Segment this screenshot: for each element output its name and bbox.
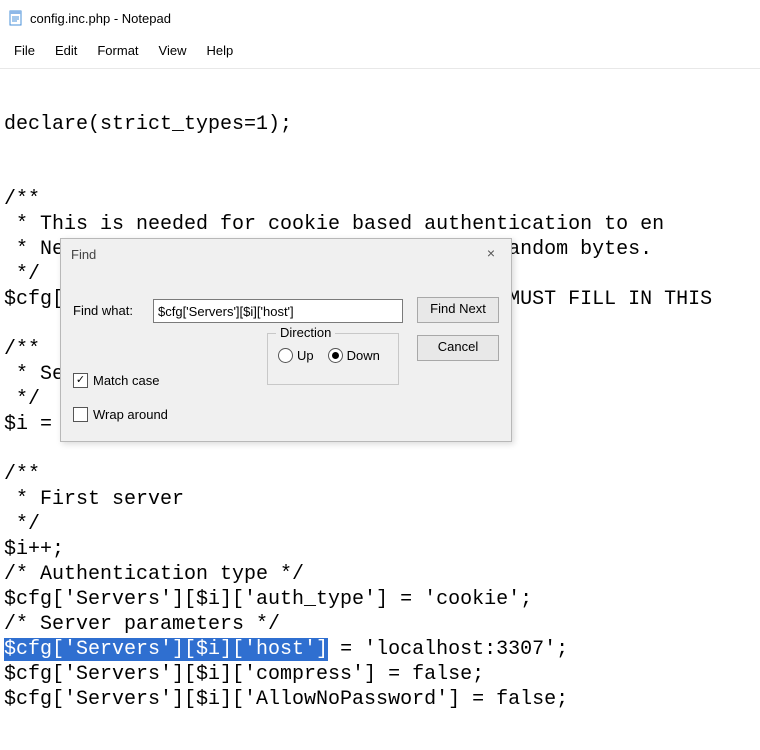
radio-down[interactable]: [328, 348, 343, 363]
code-line: /* Server parameters */: [4, 613, 280, 636]
radio-down-label: Down: [347, 348, 380, 363]
direction-group: Direction Up Down: [267, 333, 399, 385]
code-line: /**: [4, 188, 40, 211]
close-icon[interactable]: ×: [481, 245, 501, 261]
menu-help[interactable]: Help: [196, 41, 243, 60]
code-line: declare(strict_types=1);: [4, 113, 292, 136]
code-line: */: [4, 263, 40, 286]
radio-up-label: Up: [297, 348, 314, 363]
notepad-icon: [8, 10, 24, 26]
find-dialog-title: Find: [71, 247, 96, 262]
code-line: $cfg[: [4, 288, 64, 311]
checkbox-match-case[interactable]: [73, 373, 88, 388]
code-line: /**: [4, 338, 40, 361]
code-line: * First server: [4, 488, 184, 511]
menu-view[interactable]: View: [149, 41, 197, 60]
code-line: */: [4, 388, 40, 411]
code-line: * This is needed for cookie based authen…: [4, 213, 664, 236]
direction-label: Direction: [276, 325, 335, 340]
find-next-button[interactable]: Find Next: [417, 297, 499, 323]
match-case-row[interactable]: Match case: [73, 373, 159, 388]
radio-up[interactable]: [278, 348, 293, 363]
window-title: config.inc.php - Notepad: [30, 11, 171, 26]
code-line: $cfg['Servers'][$i]['AllowNoPassword'] =…: [4, 688, 568, 711]
code-line: /**: [4, 463, 40, 486]
code-line: $i =: [4, 413, 64, 436]
code-line: $cfg['Servers'][$i]['auth_type'] = 'cook…: [4, 588, 532, 611]
wrap-around-label: Wrap around: [93, 407, 168, 422]
window-title-bar: config.inc.php - Notepad: [0, 0, 760, 32]
find-what-label: Find what:: [73, 303, 133, 318]
menu-format[interactable]: Format: [87, 41, 148, 60]
code-line: $cfg['Servers'][$i]['compress'] = false;: [4, 663, 484, 686]
menu-bar: File Edit Format View Help: [0, 32, 760, 69]
code-selection: $cfg['Servers'][$i]['host']: [4, 638, 328, 661]
direction-radios: Up Down: [278, 348, 380, 363]
code-line: * Se: [4, 363, 64, 386]
find-what-input[interactable]: [153, 299, 403, 323]
checkbox-wrap-around[interactable]: [73, 407, 88, 422]
menu-file[interactable]: File: [4, 41, 45, 60]
match-case-label: Match case: [93, 373, 159, 388]
menu-edit[interactable]: Edit: [45, 41, 87, 60]
code-line: MUST FILL IN THIS: [508, 288, 724, 311]
cancel-button[interactable]: Cancel: [417, 335, 499, 361]
code-line: = 'localhost:3307';: [328, 638, 568, 661]
code-line: */: [4, 513, 40, 536]
wrap-around-row[interactable]: Wrap around: [73, 407, 168, 422]
code-line: $i++;: [4, 538, 64, 561]
code-line: /* Authentication type */: [4, 563, 304, 586]
find-dialog: Find × Find what: Find Next Cancel Direc…: [60, 238, 512, 442]
find-dialog-body: Find what: Find Next Cancel Direction Up…: [61, 275, 511, 441]
